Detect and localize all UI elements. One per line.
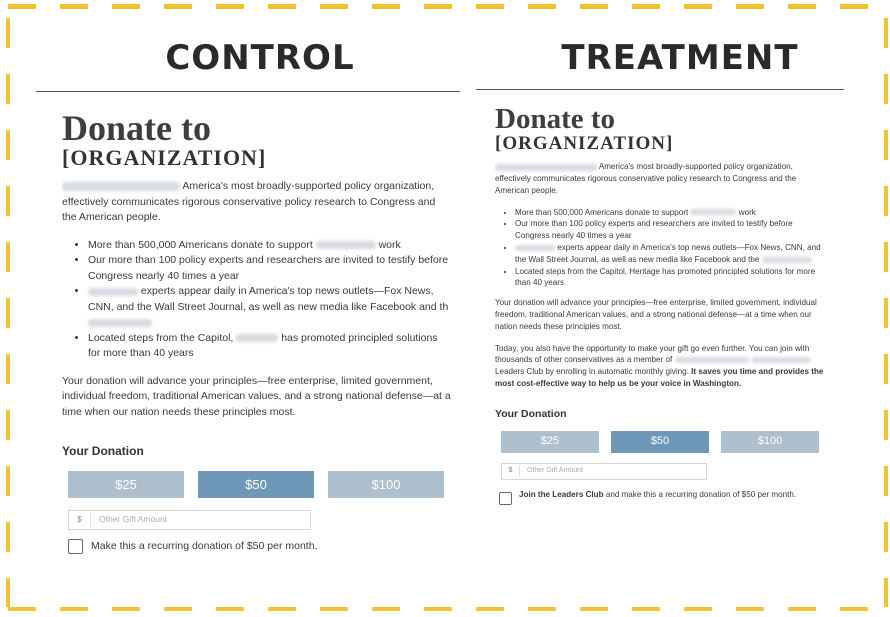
amount-50-button[interactable]: $50 bbox=[198, 470, 314, 498]
intro-paragraph: America's most broadly-supported policy … bbox=[495, 161, 825, 196]
other-amount-placeholder: Other Gift Amount bbox=[527, 467, 584, 475]
advance-paragraph: Your donation will advance your principl… bbox=[62, 374, 451, 418]
redacted-name bbox=[761, 256, 812, 263]
leaders-club-label: Join the Leaders Club bbox=[519, 489, 604, 499]
redacted-name bbox=[88, 318, 152, 327]
leaders-club-paragraph: Today, you also have the opportunity to … bbox=[495, 343, 825, 390]
redacted-name bbox=[690, 209, 737, 216]
advance-paragraph: Your donation will advance your principl… bbox=[495, 298, 817, 331]
control-panel: Donate to [ORGANIZATION] America's most … bbox=[62, 110, 452, 600]
list-item: Located steps from the Capitol, has prom… bbox=[88, 331, 452, 362]
currency-prefix: $ bbox=[69, 512, 91, 528]
redacted-name bbox=[236, 334, 279, 343]
control-heading: CONTROL bbox=[165, 38, 355, 78]
amount-options: $25 $50 $100 bbox=[68, 470, 444, 498]
other-amount-field[interactable]: $ Other Gift Amount bbox=[501, 462, 707, 480]
your-donation-label: Your Donation bbox=[62, 444, 144, 459]
recurring-checkbox[interactable] bbox=[499, 491, 512, 505]
recurring-label: Make this a recurring donation of $50 pe… bbox=[91, 539, 318, 552]
donate-title: Donate to bbox=[62, 110, 211, 148]
recurring-label-text: and make this a recurring donation of $5… bbox=[605, 489, 797, 499]
list-item: experts appear daily in America's top ne… bbox=[515, 242, 825, 266]
list-item: Located steps from the Capitol, Heritage… bbox=[515, 266, 825, 290]
amount-options: $25 $50 $100 bbox=[501, 430, 819, 453]
amount-100-button[interactable]: $100 bbox=[721, 430, 819, 453]
list-item: Our more than 100 policy experts and res… bbox=[515, 218, 825, 242]
organization-name: [ORGANIZATION] bbox=[495, 133, 674, 155]
redacted-name bbox=[750, 357, 811, 364]
amount-25-button[interactable]: $25 bbox=[68, 470, 184, 498]
dashed-border-top bbox=[8, 4, 882, 9]
redacted-name bbox=[315, 241, 376, 250]
list-item: Our more than 100 policy experts and res… bbox=[88, 253, 452, 284]
list-item-text: Located steps from the Capitol, bbox=[88, 331, 234, 344]
redacted-name bbox=[62, 182, 180, 192]
your-donation-label: Your Donation bbox=[495, 407, 567, 420]
other-amount-placeholder: Other Gift Amount bbox=[99, 514, 168, 525]
list-item: More than 500,000 Americans donate to su… bbox=[515, 207, 825, 219]
dashed-border-right bbox=[884, 18, 888, 607]
recurring-checkbox[interactable] bbox=[68, 538, 83, 554]
amount-100-button[interactable]: $100 bbox=[328, 470, 444, 498]
list-item-text: work bbox=[378, 238, 401, 251]
recurring-label: Join the Leaders Club and make this a re… bbox=[519, 489, 796, 501]
redacted-name bbox=[88, 287, 138, 296]
list-item-text: More than 500,000 Americans donate to su… bbox=[515, 207, 689, 217]
list-item: experts appear daily in America's top ne… bbox=[88, 284, 452, 331]
redacted-name bbox=[674, 357, 749, 364]
list-item-text: work bbox=[738, 207, 756, 217]
recurring-option: Join the Leaders Club and make this a re… bbox=[499, 489, 825, 505]
list-item-text: experts appear daily in America's top ne… bbox=[88, 285, 449, 313]
amount-25-button[interactable]: $25 bbox=[501, 430, 599, 453]
list-item-text: More than 500,000 Americans donate to su… bbox=[88, 238, 313, 251]
currency-prefix: $ bbox=[502, 465, 520, 477]
other-amount-field[interactable]: $ Other Gift Amount bbox=[68, 509, 311, 530]
redacted-name bbox=[495, 163, 597, 171]
treatment-heading: TREATMENT bbox=[561, 38, 799, 78]
benefits-list: More than 500,000 Americans donate to su… bbox=[495, 207, 825, 290]
benefits-list: More than 500,000 Americans donate to su… bbox=[62, 238, 452, 362]
dashed-border-left bbox=[6, 18, 10, 607]
recurring-option: Make this a recurring donation of $50 pe… bbox=[68, 538, 452, 555]
organization-name: [ORGANIZATION] bbox=[62, 144, 267, 170]
control-heading-rule bbox=[36, 91, 460, 92]
list-item: More than 500,000 Americans donate to su… bbox=[88, 238, 452, 254]
redacted-name bbox=[515, 244, 555, 251]
intro-paragraph: America's most broadly-supported policy … bbox=[62, 179, 452, 226]
donate-title: Donate to bbox=[495, 104, 616, 135]
treatment-panel: Donate to [ORGANIZATION] America's most … bbox=[495, 104, 825, 599]
treatment-heading-rule bbox=[476, 89, 844, 90]
paragraph-text: Leaders Club by enrolling in automatic m… bbox=[495, 367, 689, 377]
amount-50-button[interactable]: $50 bbox=[611, 430, 709, 453]
dashed-border-bottom bbox=[8, 607, 882, 611]
